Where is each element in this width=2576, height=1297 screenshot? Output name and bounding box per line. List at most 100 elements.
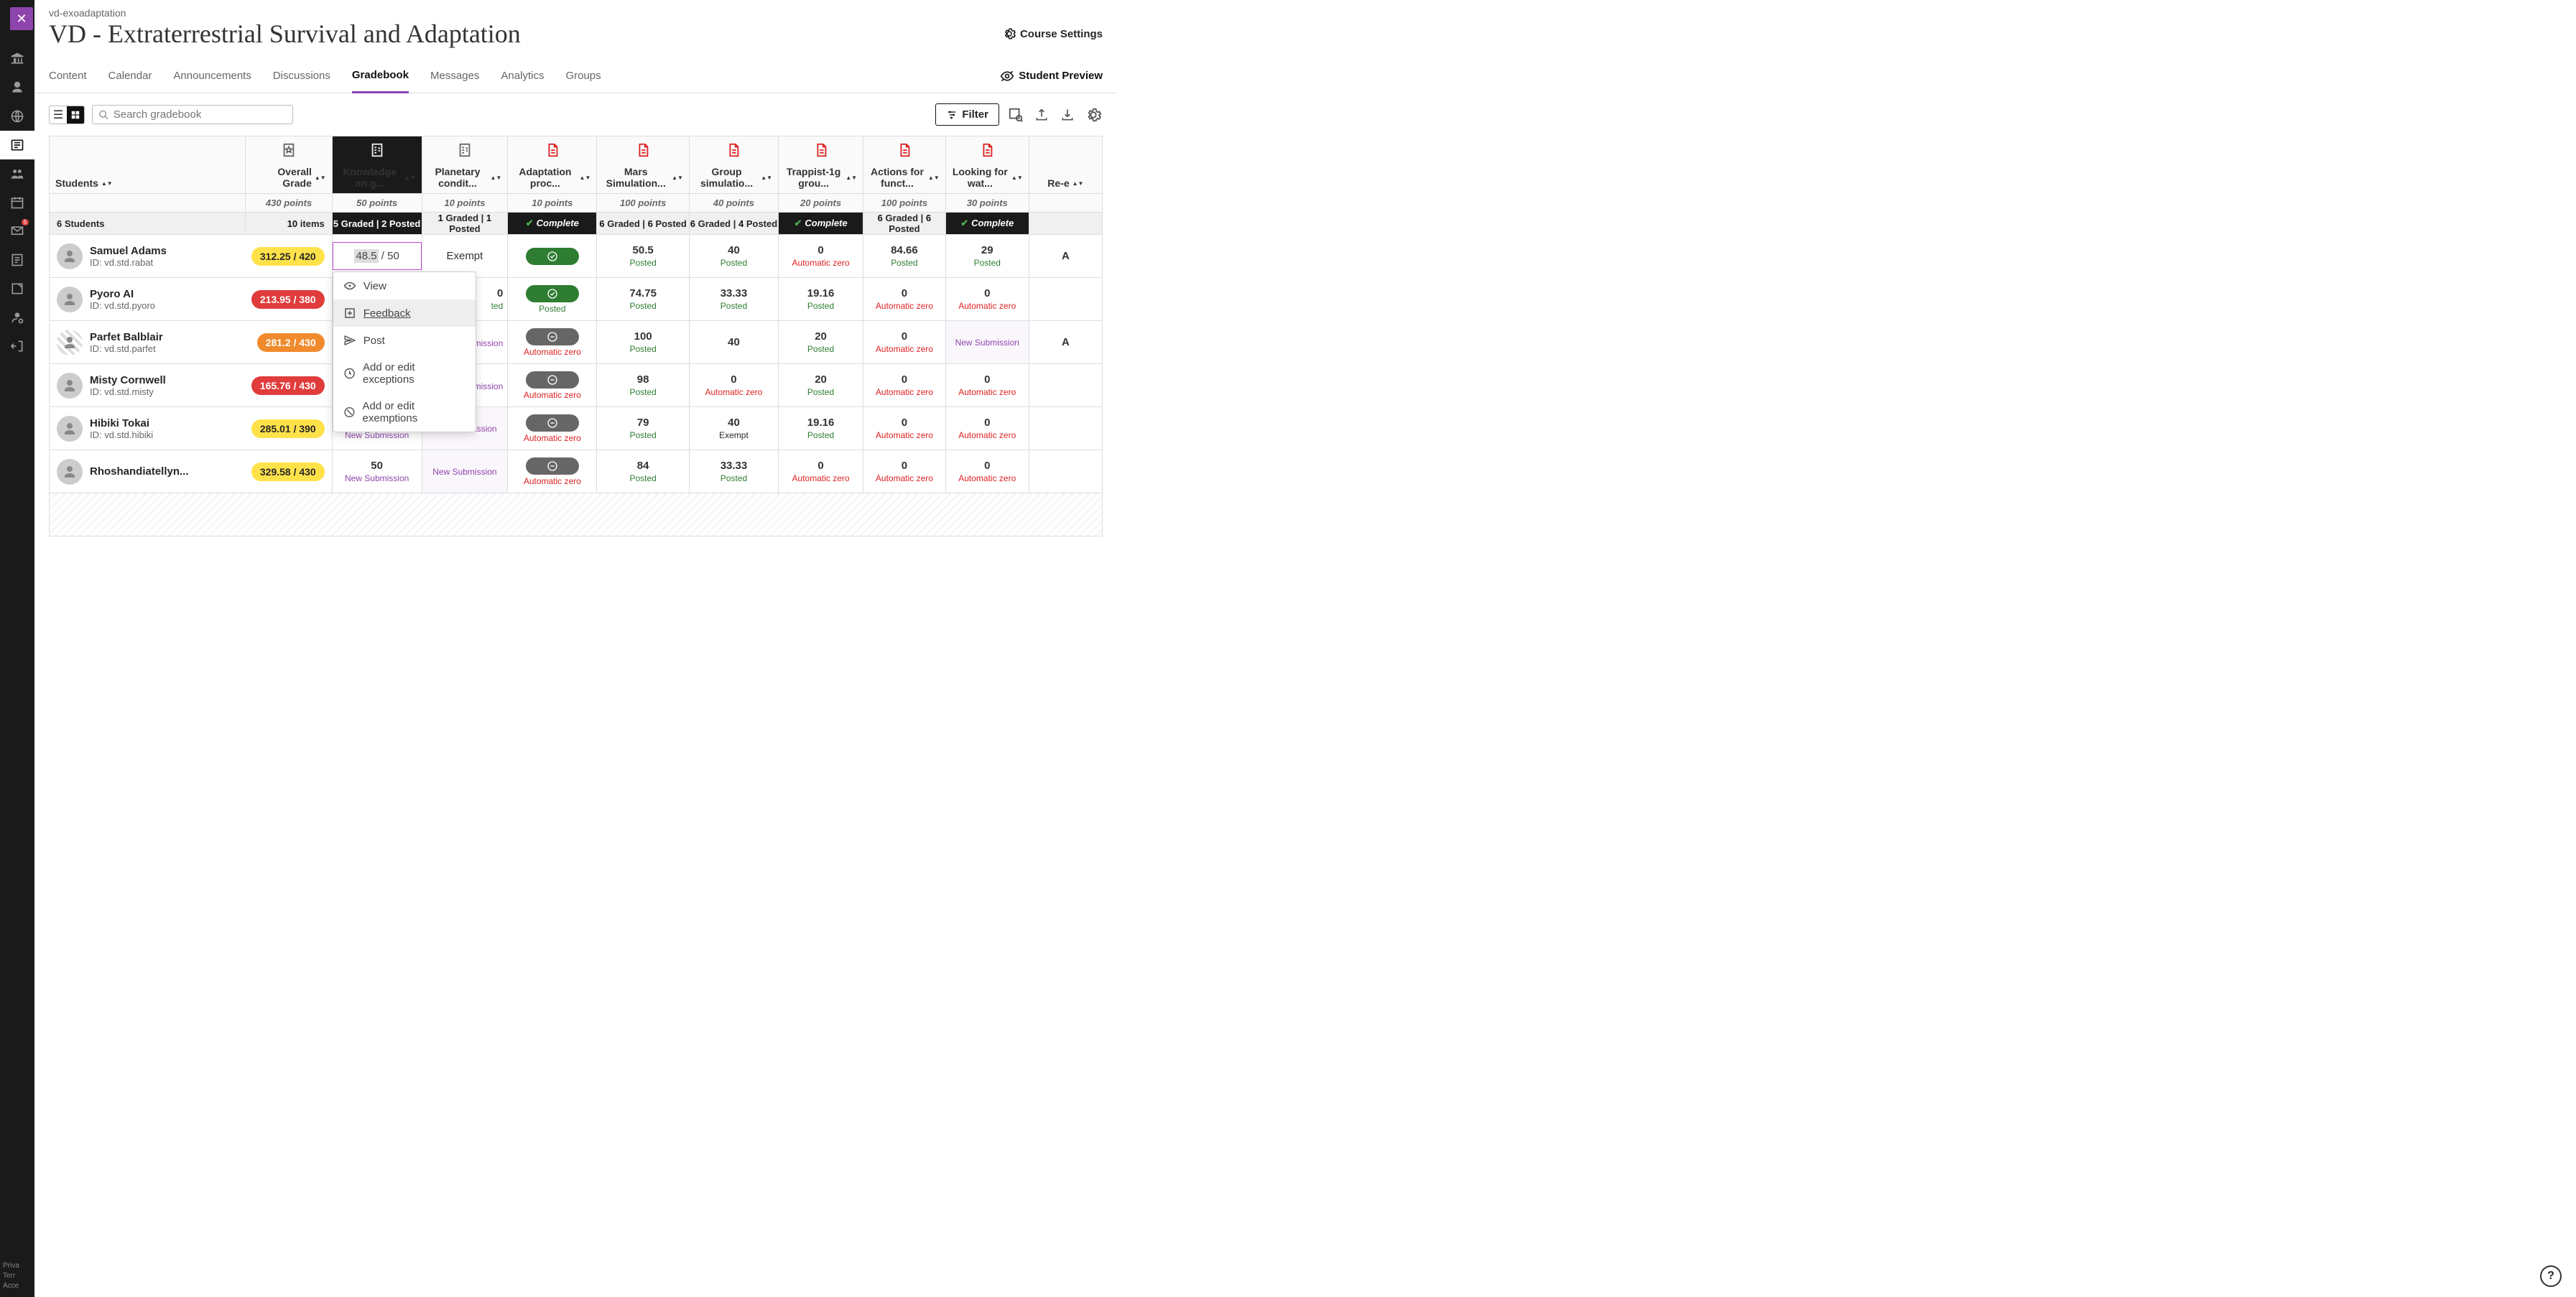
grade-cell[interactable]: 40Exempt — [689, 407, 778, 450]
student-cell[interactable]: Rhoshandiatellyn...329.58 / 430 — [50, 455, 332, 489]
grade-cell[interactable]: 0Automatic zero — [779, 235, 863, 278]
student-cell[interactable]: Pyoro AIID: vd.std.pyoro213.95 / 380 — [50, 282, 332, 317]
grade-cell[interactable] — [1029, 407, 1102, 450]
overall-grade-header[interactable]: Overall Grade▲▼ — [251, 166, 325, 189]
grade-cell[interactable]: 0Automatic zero — [863, 407, 946, 450]
tools-icon[interactable] — [0, 274, 34, 303]
grade-cell[interactable]: 20Posted — [779, 364, 863, 407]
assignment-header[interactable]: Mars Simulation...▲▼ — [597, 136, 690, 194]
grade-cell[interactable]: 0Automatic zero — [779, 450, 863, 493]
tab-announcements[interactable]: Announcements — [173, 60, 251, 92]
student-preview-button[interactable]: Student Preview — [1000, 69, 1103, 83]
profile-icon[interactable] — [0, 73, 34, 102]
assignment-header[interactable]: Knowledge on g...▲▼ — [332, 136, 422, 194]
grade-cell[interactable]: New Submission — [422, 450, 508, 493]
assignment-header[interactable]: Looking for wat...▲▼ — [945, 136, 1029, 194]
grade-cell[interactable]: 50New Submission — [332, 450, 422, 493]
assignment-header[interactable]: Actions for funct...▲▼ — [863, 136, 946, 194]
tab-messages[interactable]: Messages — [430, 60, 479, 92]
grade-cell[interactable]: 0Automatic zero — [945, 278, 1029, 321]
grade-cell[interactable]: 0Automatic zero — [945, 364, 1029, 407]
grade-cell[interactable] — [1029, 278, 1102, 321]
tab-groups[interactable]: Groups — [565, 60, 601, 92]
signout-icon[interactable] — [0, 332, 34, 361]
student-cell[interactable]: Misty CornwellID: vd.std.misty165.76 / 4… — [50, 368, 332, 403]
grade-cell[interactable]: 50.5Posted — [597, 235, 690, 278]
grade-cell[interactable]: A — [1029, 235, 1102, 278]
grade-cell[interactable]: 84.66Posted — [863, 235, 946, 278]
tab-discussions[interactable]: Discussions — [273, 60, 330, 92]
settings-gear-icon[interactable] — [1084, 106, 1103, 124]
student-cell[interactable]: Hibiki TokaiID: vd.std.hibiki285.01 / 39… — [50, 412, 332, 446]
assignment-header[interactable]: Trappist-1g grou...▲▼ — [779, 136, 863, 194]
grade-cell[interactable]: 33.33Posted — [689, 278, 778, 321]
groups-icon[interactable] — [0, 159, 34, 188]
students-header[interactable]: Students▲▼ — [55, 177, 239, 189]
course-settings-button[interactable]: Course Settings — [1003, 27, 1103, 40]
courses-icon[interactable] — [0, 131, 34, 159]
grade-cell[interactable]: Automatic zero — [508, 450, 597, 493]
grade-cell[interactable] — [1029, 450, 1102, 493]
grade-cell[interactable]: 0Automatic zero — [945, 450, 1029, 493]
student-cell[interactable]: Parfet BalblairID: vd.std.parfet281.2 / … — [50, 325, 332, 360]
context-menu-item[interactable]: Add or edit exceptions — [333, 354, 476, 393]
grade-cell[interactable]: 98Posted — [597, 364, 690, 407]
grade-cell[interactable]: 74.75Posted — [597, 278, 690, 321]
grade-cell[interactable]: 19.16Posted — [779, 278, 863, 321]
grade-cell[interactable] — [1029, 364, 1102, 407]
grade-cell[interactable]: Posted — [508, 278, 597, 321]
grade-cell[interactable]: 100Posted — [597, 321, 690, 364]
grades-rail-icon[interactable] — [0, 246, 34, 274]
globe-icon[interactable] — [0, 102, 34, 131]
grade-cell[interactable]: 40 — [689, 321, 778, 364]
grade-cell[interactable]: New Submission — [945, 321, 1029, 364]
grade-cell[interactable]: A — [1029, 321, 1102, 364]
tab-content[interactable]: Content — [49, 60, 87, 92]
grade-cell[interactable]: 20Posted — [779, 321, 863, 364]
tab-calendar[interactable]: Calendar — [108, 60, 152, 92]
search-input[interactable] — [113, 108, 287, 121]
grade-input[interactable]: 48.5 / 50 — [333, 242, 422, 270]
context-menu-item[interactable]: Feedback — [333, 299, 476, 327]
calendar-icon[interactable] — [0, 188, 34, 217]
grade-cell[interactable]: 0Automatic zero — [863, 278, 946, 321]
admin-icon[interactable] — [0, 303, 34, 332]
grade-cell[interactable]: 0Automatic zero — [863, 321, 946, 364]
student-cell[interactable]: Samuel AdamsID: vd.std.rabat312.25 / 420 — [50, 239, 332, 274]
assignment-header[interactable]: Adaptation proc...▲▼ — [508, 136, 597, 194]
grade-cell[interactable]: Automatic zero — [508, 407, 597, 450]
grade-cell[interactable]: 29Posted — [945, 235, 1029, 278]
help-button[interactable]: ? — [2540, 1265, 2562, 1287]
grade-cell[interactable]: 0Automatic zero — [945, 407, 1029, 450]
grade-cell[interactable]: Automatic zero — [508, 321, 597, 364]
context-menu-item[interactable]: Post — [333, 327, 476, 354]
list-view-button[interactable]: ☰ — [50, 106, 67, 124]
filter-button[interactable]: Filter — [935, 103, 999, 126]
grade-cell[interactable]: 84Posted — [597, 450, 690, 493]
grade-cell[interactable]: 0Automatic zero — [863, 364, 946, 407]
context-menu-item[interactable]: Add or edit exemptions — [333, 393, 476, 432]
messages-icon[interactable]: 5 — [0, 217, 34, 246]
grade-cell[interactable]: 0Automatic zero — [689, 364, 778, 407]
search-box[interactable] — [92, 105, 293, 124]
download-icon[interactable] — [1058, 106, 1077, 124]
grade-cell[interactable]: 0Automatic zero — [863, 450, 946, 493]
grade-cell[interactable]: Automatic zero — [508, 364, 597, 407]
upload-icon[interactable] — [1032, 106, 1051, 124]
grade-cell[interactable]: 33.33Posted — [689, 450, 778, 493]
assignment-header[interactable]: Planetary condit...▲▼ — [422, 136, 508, 194]
grade-cell[interactable]: 19.16Posted — [779, 407, 863, 450]
grade-cell[interactable] — [508, 235, 597, 278]
grade-cell[interactable]: 79Posted — [597, 407, 690, 450]
institution-icon[interactable] — [0, 45, 34, 73]
assignment-header[interactable]: Group simulatio...▲▼ — [689, 136, 778, 194]
grade-cell[interactable]: 40Posted — [689, 235, 778, 278]
rail-footer-links[interactable]: PrivaTerrAcce — [3, 1261, 19, 1291]
tab-gradebook[interactable]: Gradebook — [352, 59, 409, 93]
assignment-header[interactable]: Re-e▲▼ — [1029, 136, 1102, 194]
grid-view-button[interactable] — [67, 106, 84, 124]
search-settings-icon[interactable] — [1006, 106, 1025, 124]
tab-analytics[interactable]: Analytics — [501, 60, 544, 92]
close-panel-button[interactable]: ✕ — [10, 7, 33, 30]
context-menu-item[interactable]: View — [333, 272, 476, 299]
